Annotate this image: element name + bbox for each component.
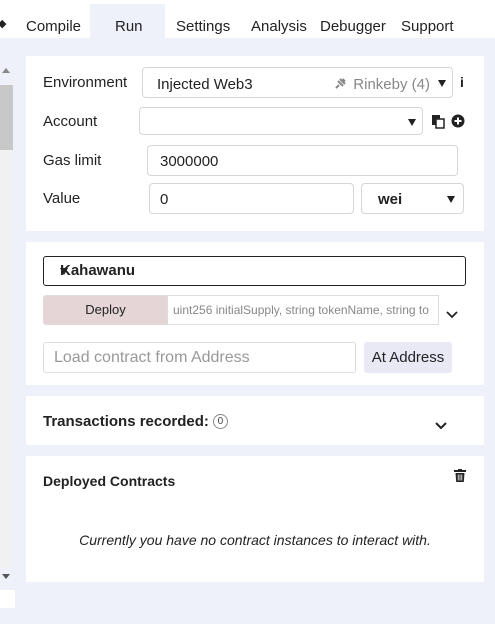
tab-debugger[interactable]: Debugger [320, 18, 386, 35]
info-icon[interactable]: i [460, 74, 464, 90]
at-address-button[interactable]: At Address [364, 342, 452, 373]
environment-label: Environment [43, 74, 128, 91]
trash-icon[interactable] [454, 469, 466, 487]
scroll-up-arrow-icon[interactable] [2, 68, 10, 73]
value-input[interactable]: 0 [149, 183, 354, 214]
contract-select[interactable]: Kahawanu [43, 256, 466, 286]
value-unit-select[interactable]: wei [361, 183, 464, 214]
tab-overflow-icon[interactable]: ◆ [0, 17, 6, 30]
gas-limit-input[interactable]: 3000000 [147, 145, 458, 176]
tab-settings[interactable]: Settings [176, 18, 230, 35]
scrollbar-track[interactable] [0, 150, 13, 568]
scroll-down-arrow-icon[interactable] [2, 574, 10, 579]
transactions-panel[interactable]: Transactions recorded: 0 [26, 396, 484, 445]
settings-panel: Environment Injected Web3 Rinkeby (4) i … [26, 56, 484, 231]
tab-analysis[interactable]: Analysis [251, 18, 307, 35]
scrollbar-thumb[interactable] [0, 85, 13, 150]
environment-select[interactable]: Injected Web3 Rinkeby (4) [142, 67, 453, 98]
environment-value: Injected Web3 [157, 76, 253, 93]
transactions-count-badge: 0 [212, 414, 228, 429]
value-amount: 0 [160, 191, 169, 208]
copy-icon[interactable] [431, 114, 445, 134]
deployed-contracts-panel: Deployed Contracts Currently you have no… [26, 456, 484, 582]
expand-args-chevron-icon[interactable] [446, 306, 458, 324]
network-name: Rinkeby (4) [353, 76, 430, 93]
plug-icon [333, 77, 347, 94]
chevron-down-icon [408, 119, 416, 126]
chevron-down-icon [447, 196, 455, 203]
tab-support[interactable]: Support [401, 18, 454, 35]
value-unit: wei [378, 191, 403, 208]
tab-bar: ◆ Compile Run Settings Analysis Debugger… [0, 0, 495, 38]
account-label: Account [43, 113, 98, 130]
deploy-button[interactable]: Deploy [43, 295, 168, 325]
gas-limit-label: Gas limit [43, 152, 102, 169]
at-address-input[interactable]: Load contract from Address [43, 342, 356, 373]
horizontal-scrollbar[interactable] [0, 590, 15, 608]
network-status: Rinkeby (4) [335, 76, 430, 93]
transactions-label-text: Transactions recorded: [43, 413, 209, 430]
account-select[interactable] [139, 107, 423, 135]
chevron-down-icon[interactable] [435, 417, 447, 435]
tab-run[interactable]: Run [115, 18, 143, 35]
chevron-down-icon [60, 268, 68, 275]
tab-compile[interactable]: Compile [26, 18, 81, 35]
chevron-down-icon [438, 80, 446, 87]
add-account-icon[interactable] [451, 114, 465, 133]
contract-selected: Kahawanu [60, 262, 136, 279]
deploy-args-input[interactable]: uint256 initialSupply, string tokenName,… [168, 295, 439, 325]
deployed-contracts-title: Deployed Contracts [43, 473, 176, 489]
value-label: Value [43, 190, 81, 207]
gas-limit-value: 3000000 [160, 153, 219, 170]
no-instances-message: Currently you have no contract instances… [79, 532, 431, 548]
transactions-label: Transactions recorded: 0 [43, 413, 228, 430]
deploy-panel: Kahawanu Deploy uint256 initialSupply, s… [26, 242, 484, 385]
